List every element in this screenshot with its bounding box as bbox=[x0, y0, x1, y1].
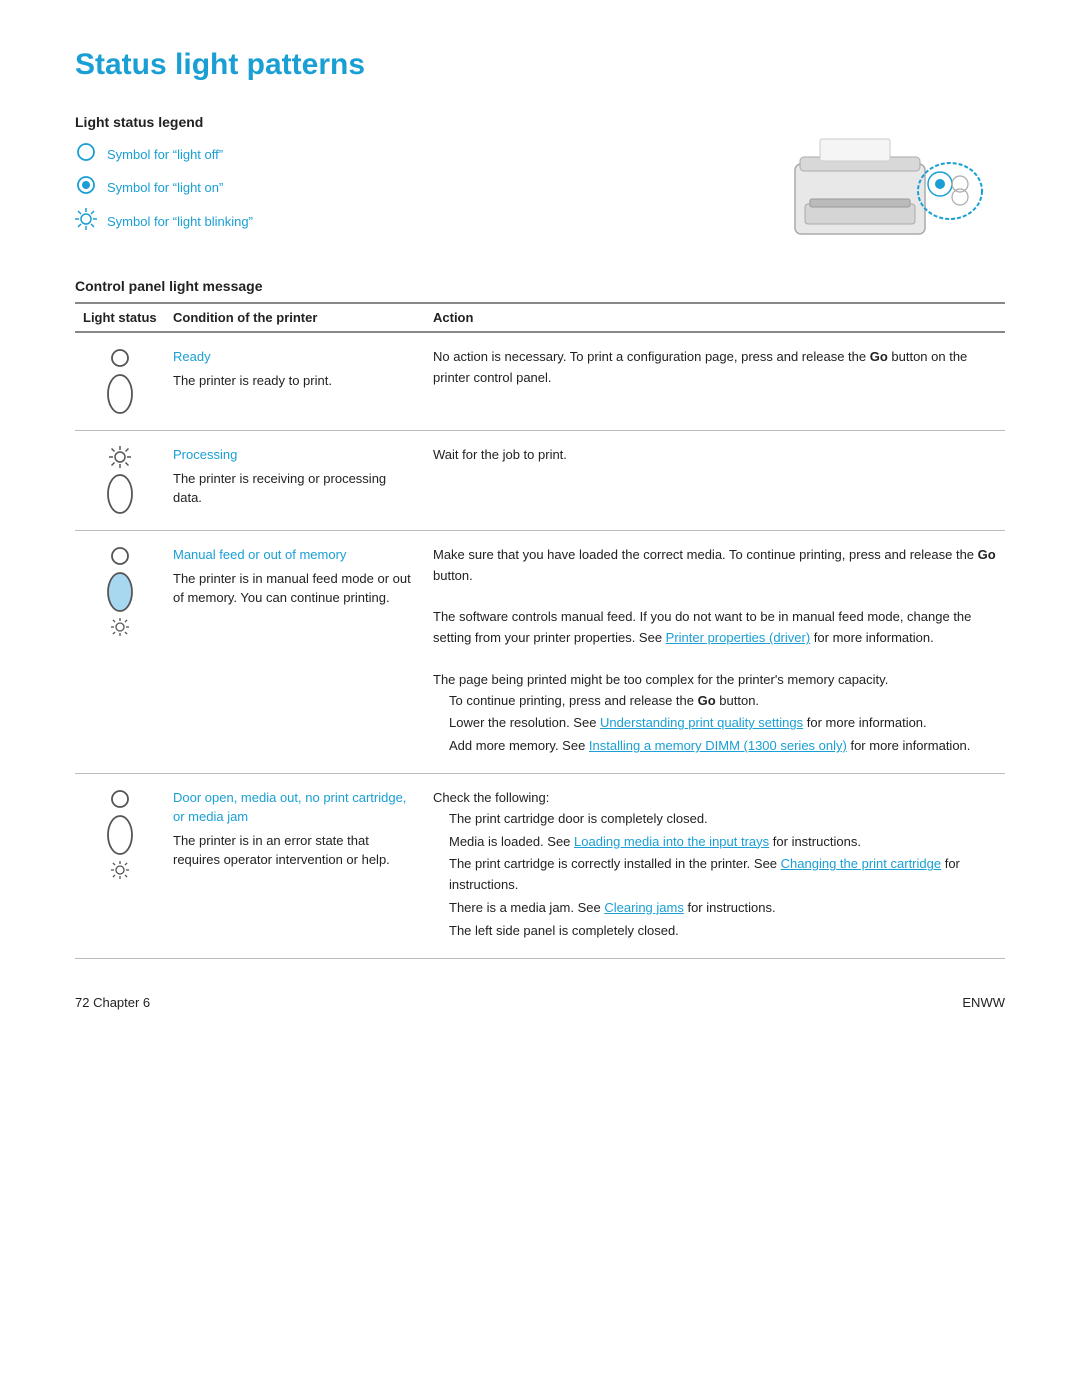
action-cell-3: Make sure that you have loaded the corre… bbox=[425, 531, 1005, 774]
legend-blink-label: Symbol for “light blinking” bbox=[107, 214, 253, 229]
condition-title-3: Manual feed or out of memory bbox=[173, 545, 417, 565]
legend-item-on: Symbol for “light on” bbox=[75, 175, 765, 200]
action-cell-4: Check the following: The print cartridge… bbox=[425, 773, 1005, 958]
light-blink-sub bbox=[110, 617, 130, 637]
condition-title-4: Door open, media out, no print cartridge… bbox=[173, 788, 417, 827]
table-row: Manual feed or out of memory The printer… bbox=[75, 531, 1005, 774]
light-group-error bbox=[83, 788, 157, 880]
condition-cell-1: Ready The printer is ready to print. bbox=[165, 332, 425, 431]
control-panel-title: Control panel light message bbox=[75, 278, 1005, 294]
light-status-cell-2 bbox=[75, 431, 165, 531]
link-clearing-jams[interactable]: Clearing jams bbox=[604, 900, 683, 915]
condition-desc-1: The printer is ready to print. bbox=[173, 373, 332, 388]
light-blink-sub-4 bbox=[110, 860, 130, 880]
light-group-manual bbox=[83, 545, 157, 637]
status-table: Light status Condition of the printer Ac… bbox=[75, 302, 1005, 959]
footer-left: 72 Chapter 6 bbox=[75, 995, 150, 1010]
light-group-ready bbox=[83, 347, 157, 416]
action-text-2: Wait for the job to print. bbox=[433, 445, 997, 466]
light-small-off bbox=[109, 347, 131, 369]
light-small-off-3 bbox=[109, 545, 131, 567]
light-group-processing bbox=[83, 445, 157, 516]
action-text-3: Make sure that you have loaded the corre… bbox=[433, 545, 997, 757]
condition-desc-3: The printer is in manual feed mode or ou… bbox=[173, 571, 411, 606]
page-title: Status light patterns bbox=[75, 48, 1005, 82]
table-row: Door open, media out, no print cartridge… bbox=[75, 773, 1005, 958]
footer: 72 Chapter 6 ENWW bbox=[75, 991, 1005, 1010]
light-status-cell-4 bbox=[75, 773, 165, 958]
action-cell-2: Wait for the job to print. bbox=[425, 431, 1005, 531]
link-changing-cartridge[interactable]: Changing the print cartridge bbox=[781, 856, 941, 871]
link-loading-media[interactable]: Loading media into the input trays bbox=[574, 834, 769, 849]
table-row: Ready The printer is ready to print. No … bbox=[75, 332, 1005, 431]
printer-image bbox=[765, 104, 1005, 254]
action-text-4: Check the following: The print cartridge… bbox=[433, 788, 997, 942]
col-header-lightstatus: Light status bbox=[75, 303, 165, 332]
light-oval-off-4 bbox=[105, 813, 135, 857]
legend-title: Light status legend bbox=[75, 114, 765, 130]
condition-title-2: Processing bbox=[173, 445, 417, 465]
printer-svg bbox=[775, 109, 995, 249]
light-oval-off bbox=[105, 372, 135, 416]
condition-cell-3: Manual feed or out of memory The printer… bbox=[165, 531, 425, 774]
light-status-cell-3 bbox=[75, 531, 165, 774]
legend-off-label: Symbol for “light off” bbox=[107, 147, 223, 162]
condition-cell-2: Processing The printer is receiving or p… bbox=[165, 431, 425, 531]
light-on-symbol bbox=[75, 175, 97, 200]
light-blink-symbol bbox=[75, 208, 97, 235]
condition-title-1: Ready bbox=[173, 347, 417, 367]
col-header-condition: Condition of the printer bbox=[165, 303, 425, 332]
condition-desc-4: The printer is in an error state that re… bbox=[173, 833, 390, 868]
light-oval-off-2 bbox=[105, 472, 135, 516]
link-printer-properties[interactable]: Printer properties (driver) bbox=[666, 630, 811, 645]
table-row: Processing The printer is receiving or p… bbox=[75, 431, 1005, 531]
action-cell-1: No action is necessary. To print a confi… bbox=[425, 332, 1005, 431]
light-small-blink bbox=[108, 445, 132, 469]
light-small-off-4 bbox=[109, 788, 131, 810]
link-print-quality[interactable]: Understanding print quality settings bbox=[600, 715, 803, 730]
legend-on-label: Symbol for “light on” bbox=[107, 180, 223, 195]
light-off-symbol bbox=[75, 142, 97, 167]
condition-desc-2: The printer is receiving or processing d… bbox=[173, 471, 386, 506]
legend-item-blink: Symbol for “light blinking” bbox=[75, 208, 765, 235]
light-oval-blink-filled bbox=[105, 570, 135, 614]
action-text-1: No action is necessary. To print a confi… bbox=[433, 347, 997, 389]
col-header-action: Action bbox=[425, 303, 1005, 332]
footer-right: ENWW bbox=[962, 995, 1005, 1010]
link-memory-dimm[interactable]: Installing a memory DIMM (1300 series on… bbox=[589, 738, 847, 753]
condition-cell-4: Door open, media out, no print cartridge… bbox=[165, 773, 425, 958]
legend-item-off: Symbol for “light off” bbox=[75, 142, 765, 167]
light-status-cell-1 bbox=[75, 332, 165, 431]
